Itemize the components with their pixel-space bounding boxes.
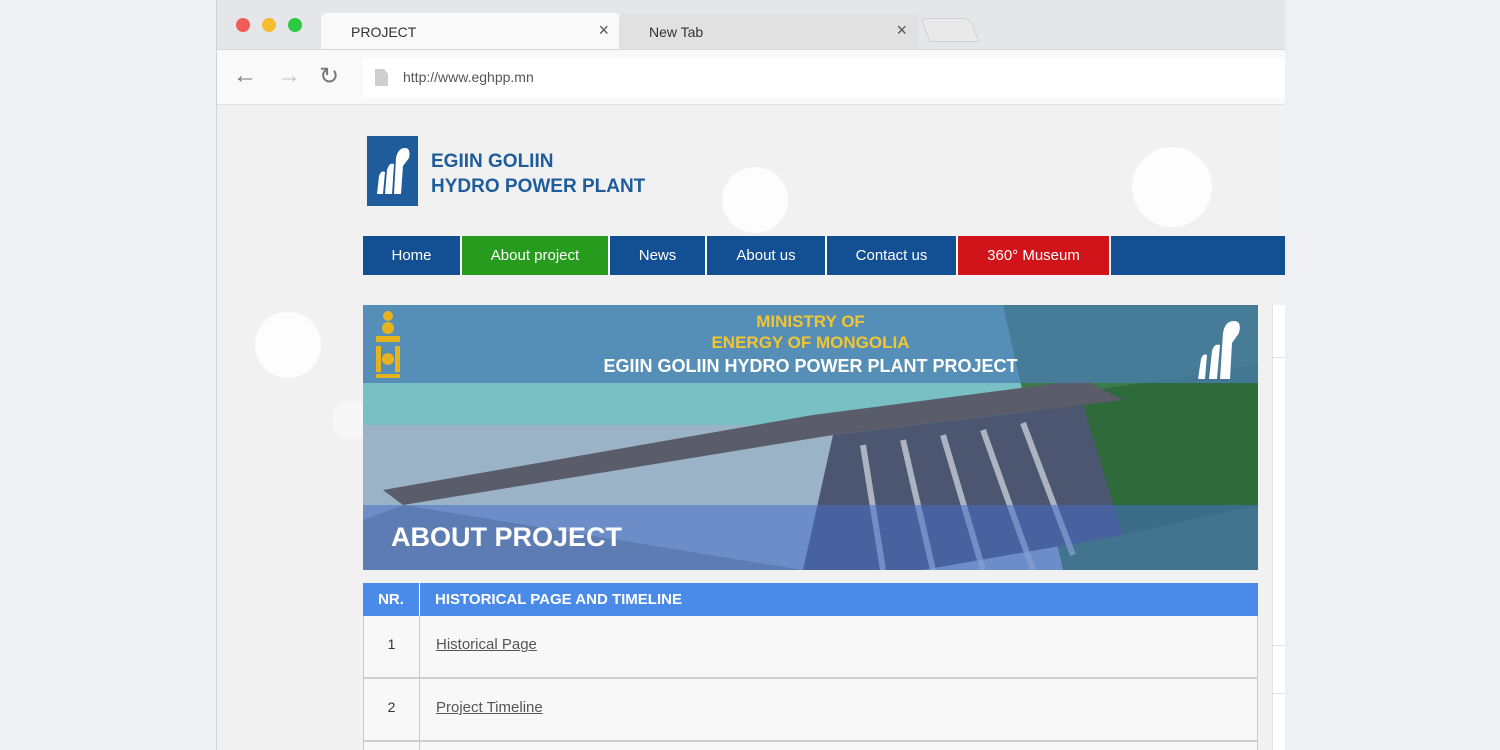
site-logo[interactable] — [367, 136, 418, 206]
tab-title: New Tab — [649, 24, 704, 40]
close-window-button[interactable] — [236, 18, 250, 32]
side-divider — [1273, 645, 1285, 646]
page-icon — [375, 69, 388, 86]
reload-icon[interactable]: ↻ — [319, 62, 339, 91]
table-row: 2 Project Timeline — [363, 679, 1258, 742]
address-bar[interactable]: http://www.eghpp.mn — [363, 58, 1285, 98]
back-arrow-icon[interactable]: ← — [233, 62, 257, 90]
hydro-logo-icon — [1198, 321, 1240, 379]
row-number — [364, 742, 420, 750]
side-divider — [1273, 693, 1285, 694]
side-panel — [1272, 305, 1285, 750]
ministry-line2: ENERGY OF MONGOLIA — [711, 333, 910, 352]
browser-toolbar: ← → ↻ http://www.eghpp.mn — [217, 49, 1285, 105]
section-title: ABOUT PROJECT — [391, 522, 623, 552]
menu-news[interactable]: News — [610, 236, 707, 275]
menu-360-museum[interactable]: 360° Museum — [958, 236, 1111, 275]
row-number: 1 — [364, 616, 420, 677]
background-bokeh — [1132, 147, 1212, 227]
site-name-line1: EGIIN GOLIIN — [431, 151, 554, 172]
tab-new-tab[interactable]: New Tab × — [619, 13, 919, 49]
project-table: NR. HISTORICAL PAGE AND TIMELINE 1 Histo… — [363, 583, 1258, 750]
close-tab-icon[interactable]: × — [896, 20, 907, 41]
tab-project[interactable]: PROJECT × — [321, 13, 621, 49]
main-menu: Home About project News About us Contact… — [363, 236, 1285, 275]
header-nr: NR. — [378, 591, 404, 608]
table-row: 1 Historical Page — [363, 616, 1258, 679]
menu-home[interactable]: Home — [363, 236, 462, 275]
menu-about-project[interactable]: About project — [462, 236, 610, 275]
header-title: HISTORICAL PAGE AND TIMELINE — [435, 591, 682, 608]
background-bokeh — [722, 167, 788, 233]
ministry-line1: MINISTRY OF — [756, 312, 865, 331]
tab-bar: PROJECT × New Tab × — [217, 0, 1285, 49]
tab-title: PROJECT — [351, 24, 417, 40]
hydro-logo-icon — [377, 148, 410, 194]
table-row — [363, 742, 1258, 750]
hero-banner: MINISTRY OF ENERGY OF MONGOLIA EGIIN GOL… — [363, 305, 1258, 570]
side-divider — [1273, 357, 1285, 358]
header-divider — [419, 583, 420, 616]
minimize-window-button[interactable] — [262, 18, 276, 32]
forward-arrow-icon[interactable]: → — [277, 62, 301, 90]
menu-about-us[interactable]: About us — [707, 236, 827, 275]
project-timeline-link[interactable]: Project Timeline — [436, 699, 543, 716]
background-bokeh — [255, 312, 321, 378]
historical-page-link[interactable]: Historical Page — [436, 636, 537, 653]
page-viewport: EGIIN GOLIIN HYDRO POWER PLANT Home Abou… — [217, 105, 1285, 750]
maximize-window-button[interactable] — [288, 18, 302, 32]
site-name[interactable]: EGIIN GOLIIN HYDRO POWER PLANT — [431, 149, 645, 199]
close-tab-icon[interactable]: × — [598, 20, 609, 41]
row-number: 2 — [364, 679, 420, 740]
browser-window: PROJECT × New Tab × ← → ↻ http://www.egh… — [216, 0, 1285, 750]
menu-contact-us[interactable]: Contact us — [827, 236, 958, 275]
url-text[interactable]: http://www.eghpp.mn — [403, 69, 534, 85]
hero-project-title: EGIIN GOLIIN HYDRO POWER PLANT PROJECT — [603, 356, 1018, 376]
site-name-line2: HYDRO POWER PLANT — [431, 176, 646, 197]
new-tab-button[interactable] — [920, 18, 980, 42]
table-header: NR. HISTORICAL PAGE AND TIMELINE — [363, 583, 1258, 616]
